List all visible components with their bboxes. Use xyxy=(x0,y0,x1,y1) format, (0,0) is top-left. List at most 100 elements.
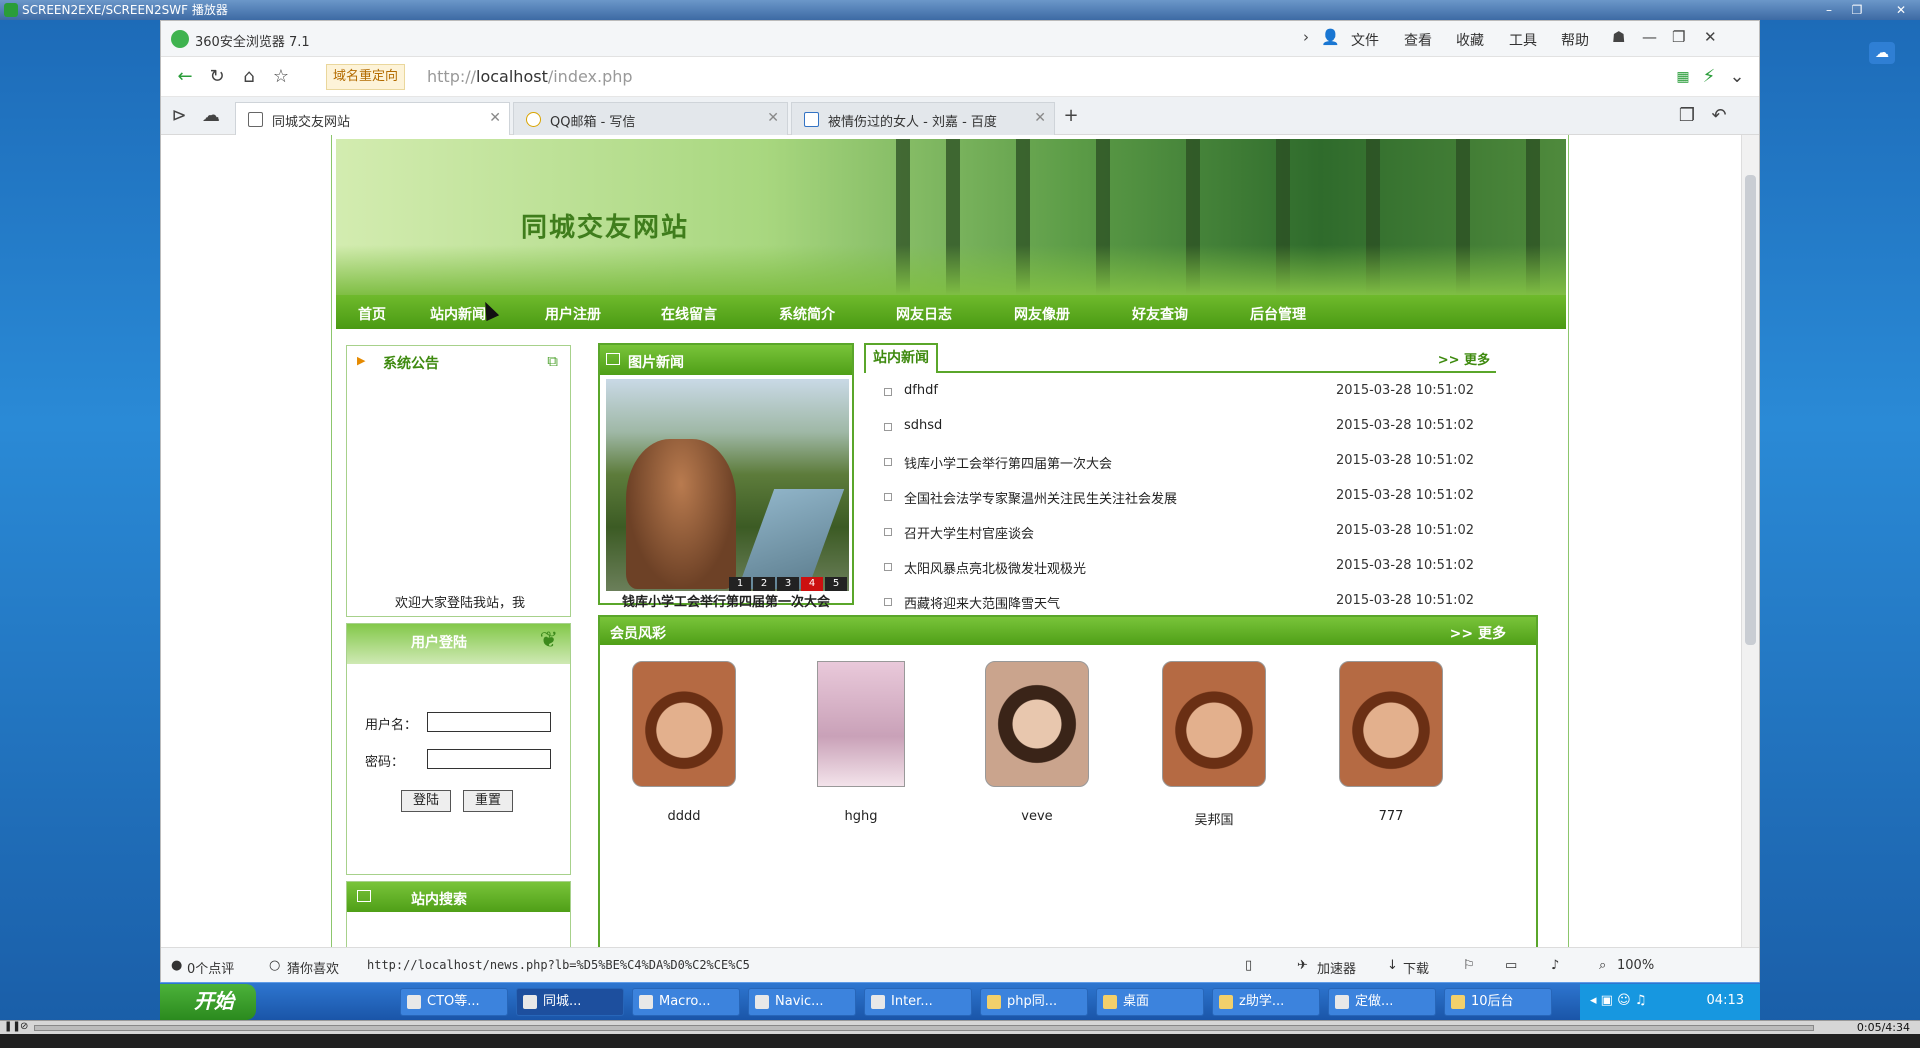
member-card[interactable]: 777 xyxy=(1339,661,1443,824)
flag-icon[interactable]: ⚐ xyxy=(1463,958,1475,973)
star-icon[interactable]: ☆ xyxy=(269,66,293,88)
task-item[interactable]: z助学... xyxy=(1212,988,1320,1016)
redirect-badge[interactable]: 域名重定向 xyxy=(326,64,406,90)
player-progress-track[interactable] xyxy=(34,1025,1814,1031)
player-restore-button[interactable]: ❐ xyxy=(1846,2,1868,18)
zoom-level[interactable]: 100% xyxy=(1617,958,1654,973)
task-item[interactable]: Inter... xyxy=(864,988,972,1016)
mobile-icon[interactable]: ▯ xyxy=(1245,958,1252,973)
member-photo[interactable] xyxy=(632,661,736,787)
menu-favorites[interactable]: 收藏 xyxy=(1456,30,1484,50)
member-name[interactable]: veve xyxy=(985,809,1089,824)
news-title[interactable]: 召开大学生村官座谈会 xyxy=(904,523,1034,542)
tray-icons[interactable]: ◂ ▣ ☺ ♫ xyxy=(1590,993,1646,1008)
tabs-overview-icon[interactable]: ❐ xyxy=(1675,105,1699,127)
qr-icon[interactable]: ▦ xyxy=(1671,66,1695,88)
vertical-scrollbar[interactable] xyxy=(1741,135,1759,947)
member-photo[interactable] xyxy=(985,661,1089,787)
sidebar-toggle-icon[interactable]: ⊳ xyxy=(167,105,191,127)
pause-icon[interactable]: ❚❚ xyxy=(4,1021,21,1032)
reset-button[interactable]: 重置 xyxy=(463,790,513,812)
nav-albums[interactable]: 网友像册 xyxy=(1014,304,1070,324)
news-more-link[interactable]: >> 更多 xyxy=(1438,349,1490,368)
member-card[interactable]: hghg xyxy=(809,661,913,824)
zoom-icon[interactable]: ⌕ xyxy=(1599,958,1606,973)
pager-5[interactable]: 5 xyxy=(825,577,847,591)
news-title[interactable]: dfhdf xyxy=(904,383,938,398)
clock[interactable]: 04:13 xyxy=(1707,993,1744,1008)
download-icon[interactable]: ↓ xyxy=(1387,958,1398,973)
news-item[interactable]: dfhdf 2015-03-28 10:51:02 xyxy=(884,383,1484,403)
task-item[interactable]: 10后台 xyxy=(1444,988,1552,1016)
photo-caption[interactable]: 钱库小学工会举行第四届第一次大会 xyxy=(600,591,852,610)
pager-2[interactable]: 2 xyxy=(753,577,775,591)
member-card[interactable]: dddd xyxy=(632,661,736,824)
restore-button[interactable]: ❐ xyxy=(1672,28,1685,46)
member-photo[interactable] xyxy=(1339,661,1443,787)
task-item[interactable]: Navic... xyxy=(748,988,856,1016)
news-photo[interactable]: 12345 xyxy=(606,379,849,591)
minimize-button[interactable]: — xyxy=(1642,28,1657,46)
member-name[interactable]: 777 xyxy=(1339,809,1443,824)
task-item[interactable]: 同城... xyxy=(516,988,624,1016)
player-minimize-button[interactable]: – xyxy=(1818,2,1840,18)
task-item[interactable]: Macro... xyxy=(632,988,740,1016)
member-photo[interactable] xyxy=(817,661,905,787)
pager-3[interactable]: 3 xyxy=(777,577,799,591)
nav-friend-search[interactable]: 好友查询 xyxy=(1132,304,1188,324)
pager-1[interactable]: 1 xyxy=(729,577,751,591)
menu-view[interactable]: 查看 xyxy=(1404,30,1432,50)
login-button[interactable]: 登陆 xyxy=(401,790,451,812)
layout-icon[interactable]: ▭ xyxy=(1505,958,1517,973)
member-name[interactable]: 吴邦国 xyxy=(1162,809,1266,828)
undo-icon[interactable]: ↶ xyxy=(1707,105,1731,127)
password-input[interactable] xyxy=(427,749,551,769)
news-item[interactable]: 太阳风暴点亮北极微发壮观极光 2015-03-28 10:51:02 xyxy=(884,558,1484,578)
comment-icon[interactable]: ● xyxy=(171,958,182,973)
back-icon[interactable]: ← xyxy=(173,66,197,88)
news-item[interactable]: 西藏将迎来大范围降雪天气 2015-03-28 10:51:02 xyxy=(884,593,1484,613)
nav-register[interactable]: 用户注册 xyxy=(545,304,601,324)
new-tab-button[interactable]: + xyxy=(1059,105,1083,127)
news-item[interactable]: 钱库小学工会举行第四届第一次大会 2015-03-28 10:51:02 xyxy=(884,453,1484,473)
news-item[interactable]: 全国社会法学专家聚温州关注民生关注社会发展 2015-03-28 10:51:02 xyxy=(884,488,1484,508)
cloud-icon[interactable]: ☁ xyxy=(1869,42,1895,64)
refresh-icon[interactable]: ↻ xyxy=(205,66,229,88)
stop-icon[interactable]: ⊘ xyxy=(20,1021,28,1032)
task-item[interactable]: 定做... xyxy=(1328,988,1436,1016)
member-card[interactable]: veve xyxy=(985,661,1089,824)
start-button[interactable]: 开始 xyxy=(160,984,256,1020)
task-item[interactable]: CTO等... xyxy=(400,988,508,1016)
player-close-button[interactable]: ✕ xyxy=(1890,2,1912,18)
pin-icon[interactable]: ☗ xyxy=(1612,28,1625,46)
speed-icon[interactable]: ✈ xyxy=(1297,958,1308,973)
tab-close-icon[interactable]: ✕ xyxy=(1034,110,1046,126)
news-title[interactable]: 钱库小学工会举行第四届第一次大会 xyxy=(904,453,1112,472)
menu-help[interactable]: 帮助 xyxy=(1561,30,1589,50)
tab-music[interactable]: 被情伤过的女人 - 刘嘉 - 百度 ✕ xyxy=(791,102,1055,135)
task-item[interactable]: 桌面 xyxy=(1096,988,1204,1016)
member-name[interactable]: hghg xyxy=(809,809,913,824)
cloud-icon[interactable]: ☁ xyxy=(199,105,223,127)
accelerator-button[interactable]: 加速器 xyxy=(1317,958,1356,977)
news-item[interactable]: sdhsd 2015-03-28 10:51:02 xyxy=(884,418,1484,438)
guess-link[interactable]: 猜你喜欢 xyxy=(287,958,339,977)
tab-site[interactable]: 同城交友网站 ✕ xyxy=(235,102,510,136)
user-icon[interactable]: 👤 xyxy=(1321,28,1340,46)
nav-home[interactable]: 首页 xyxy=(358,304,386,324)
tab-close-icon[interactable]: ✕ xyxy=(489,110,501,126)
news-title[interactable]: sdhsd xyxy=(904,418,942,433)
tab-qqmail[interactable]: QQ邮箱 - 写信 ✕ xyxy=(513,102,788,135)
member-photo[interactable] xyxy=(1162,661,1266,787)
task-item[interactable]: php同... xyxy=(980,988,1088,1016)
chevron-right-icon[interactable]: › xyxy=(1303,28,1309,46)
url-input[interactable]: http://localhost/index.php xyxy=(421,64,1661,90)
comments-count[interactable]: 0个点评 xyxy=(187,958,234,977)
members-more-link[interactable]: >> 更多 xyxy=(1450,623,1506,643)
menu-tools[interactable]: 工具 xyxy=(1509,30,1537,50)
lightning-icon[interactable]: ⚡ xyxy=(1697,66,1721,88)
close-button[interactable]: ✕ xyxy=(1704,28,1717,46)
nav-guestbook[interactable]: 在线留言 xyxy=(661,304,717,324)
chevron-down-icon[interactable]: ⌄ xyxy=(1725,66,1749,88)
tab-close-icon[interactable]: ✕ xyxy=(767,110,779,126)
